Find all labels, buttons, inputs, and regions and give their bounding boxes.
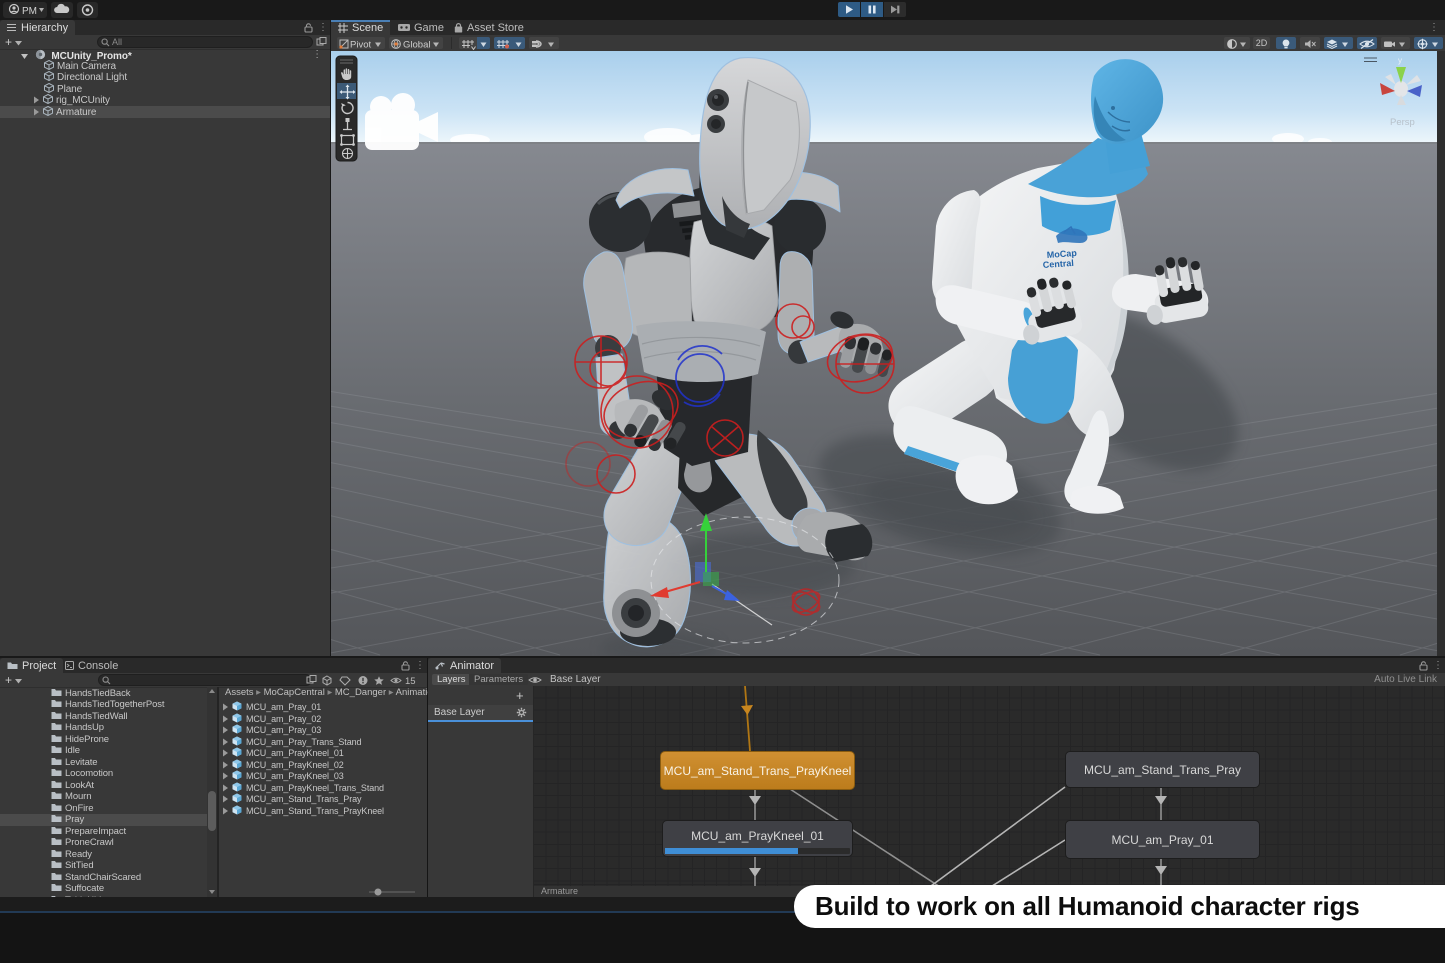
svg-text:Global: Global xyxy=(403,40,430,51)
svg-text:y: y xyxy=(1398,56,1402,65)
svg-text:15: 15 xyxy=(405,676,416,686)
svg-text:Persp: Persp xyxy=(1390,117,1415,128)
svg-text:Pivot: Pivot xyxy=(350,40,371,51)
svg-text:PM: PM xyxy=(22,6,37,17)
